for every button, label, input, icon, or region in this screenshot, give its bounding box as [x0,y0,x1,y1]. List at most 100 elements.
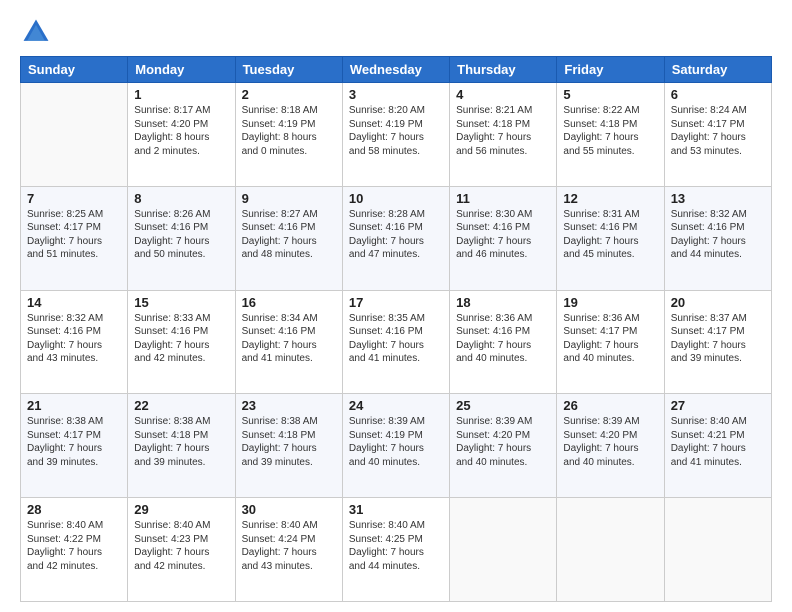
day-info: Sunrise: 8:40 AM Sunset: 4:24 PM Dayligh… [242,519,336,573]
weekday-header-thursday: Thursday [450,57,557,83]
calendar-week-row: 7Sunrise: 8:25 AM Sunset: 4:17 PM Daylig… [21,186,772,290]
calendar-cell: 27 Sunrise: 8:40 AM Sunset: 4:21 PM Dayli… [664,394,771,498]
calendar-cell: 11Sunrise: 8:30 AM Sunset: 4:16 PM Dayli… [450,186,557,290]
calendar-cell: 29 Sunrise: 8:40 AM Sunset: 4:23 PM Dayli… [128,498,235,602]
calendar-week-row: 21 Sunrise: 8:38 AM Sunset: 4:17 PM Dayli… [21,394,772,498]
day-info: Sunrise: 8:18 AM Sunset: 4:19 PM Dayligh… [242,104,336,158]
day-info: Sunrise: 8:25 AM Sunset: 4:17 PM Dayligh… [27,208,121,262]
day-number: 1 [134,87,228,102]
calendar-cell: 6 Sunrise: 8:24 AM Sunset: 4:17 PM Daylig… [664,83,771,187]
day-number: 12 [563,191,657,206]
weekday-header-monday: Monday [128,57,235,83]
logo-icon [20,16,52,48]
day-info: Sunrise: 8:40 AM Sunset: 4:23 PM Dayligh… [134,519,228,573]
calendar-table: SundayMondayTuesdayWednesdayThursdayFrid… [20,56,772,602]
calendar-week-row: 14 Sunrise: 8:32 AM Sunset: 4:16 PM Dayli… [21,290,772,394]
calendar-cell [557,498,664,602]
day-number: 6 [671,87,765,102]
day-number: 13 [671,191,765,206]
day-number: 4 [456,87,550,102]
day-number: 5 [563,87,657,102]
day-info: Sunrise: 8:24 AM Sunset: 4:17 PM Dayligh… [671,104,765,158]
day-info: Sunrise: 8:21 AM Sunset: 4:18 PM Dayligh… [456,104,550,158]
day-number: 27 [671,398,765,413]
calendar-cell: 14 Sunrise: 8:32 AM Sunset: 4:16 PM Dayli… [21,290,128,394]
day-info: Sunrise: 8:37 AM Sunset: 4:17 PM Dayligh… [671,312,765,366]
calendar-cell: 4 Sunrise: 8:21 AM Sunset: 4:18 PM Daylig… [450,83,557,187]
calendar-cell: 10 Sunrise: 8:28 AM Sunset: 4:16 PM Dayli… [342,186,449,290]
header [20,16,772,48]
page: SundayMondayTuesdayWednesdayThursdayFrid… [0,0,792,612]
day-number: 24 [349,398,443,413]
day-info: Sunrise: 8:28 AM Sunset: 4:16 PM Dayligh… [349,208,443,262]
day-number: 2 [242,87,336,102]
day-info: Sunrise: 8:40 AM Sunset: 4:22 PM Dayligh… [27,519,121,573]
calendar-cell: 18Sunrise: 8:36 AM Sunset: 4:16 PM Dayli… [450,290,557,394]
day-number: 31 [349,502,443,517]
calendar-cell: 3 Sunrise: 8:20 AM Sunset: 4:19 PM Daylig… [342,83,449,187]
day-info: Sunrise: 8:40 AM Sunset: 4:21 PM Dayligh… [671,415,765,469]
day-info: Sunrise: 8:38 AM Sunset: 4:17 PM Dayligh… [27,415,121,469]
calendar-cell: 30 Sunrise: 8:40 AM Sunset: 4:24 PM Dayli… [235,498,342,602]
day-number: 9 [242,191,336,206]
day-number: 15 [134,295,228,310]
calendar-cell [21,83,128,187]
day-info: Sunrise: 8:38 AM Sunset: 4:18 PM Dayligh… [242,415,336,469]
day-info: Sunrise: 8:27 AM Sunset: 4:16 PM Dayligh… [242,208,336,262]
day-info: Sunrise: 8:40 AM Sunset: 4:25 PM Dayligh… [349,519,443,573]
weekday-header-wednesday: Wednesday [342,57,449,83]
day-info: Sunrise: 8:31 AM Sunset: 4:16 PM Dayligh… [563,208,657,262]
day-info: Sunrise: 8:32 AM Sunset: 4:16 PM Dayligh… [671,208,765,262]
day-info: Sunrise: 8:20 AM Sunset: 4:19 PM Dayligh… [349,104,443,158]
calendar-cell: 9 Sunrise: 8:27 AM Sunset: 4:16 PM Daylig… [235,186,342,290]
day-info: Sunrise: 8:36 AM Sunset: 4:17 PM Dayligh… [563,312,657,366]
calendar-cell [450,498,557,602]
calendar-cell: 16 Sunrise: 8:34 AM Sunset: 4:16 PM Dayli… [235,290,342,394]
day-number: 29 [134,502,228,517]
calendar-cell: 12 Sunrise: 8:31 AM Sunset: 4:16 PM Dayli… [557,186,664,290]
calendar-cell: 8 Sunrise: 8:26 AM Sunset: 4:16 PM Daylig… [128,186,235,290]
day-info: Sunrise: 8:38 AM Sunset: 4:18 PM Dayligh… [134,415,228,469]
calendar-cell: 2 Sunrise: 8:18 AM Sunset: 4:19 PM Daylig… [235,83,342,187]
calendar-cell [664,498,771,602]
logo [20,16,56,48]
day-number: 21 [27,398,121,413]
day-number: 17 [349,295,443,310]
day-info: Sunrise: 8:39 AM Sunset: 4:20 PM Dayligh… [456,415,550,469]
weekday-header-saturday: Saturday [664,57,771,83]
day-number: 22 [134,398,228,413]
weekday-header-friday: Friday [557,57,664,83]
day-info: Sunrise: 8:32 AM Sunset: 4:16 PM Dayligh… [27,312,121,366]
calendar-cell: 1Sunrise: 8:17 AM Sunset: 4:20 PM Daylig… [128,83,235,187]
calendar-cell: 13 Sunrise: 8:32 AM Sunset: 4:16 PM Dayli… [664,186,771,290]
weekday-header-tuesday: Tuesday [235,57,342,83]
calendar-cell: 21 Sunrise: 8:38 AM Sunset: 4:17 PM Dayli… [21,394,128,498]
day-number: 16 [242,295,336,310]
calendar-header-row: SundayMondayTuesdayWednesdayThursdayFrid… [21,57,772,83]
calendar-cell: 28 Sunrise: 8:40 AM Sunset: 4:22 PM Dayli… [21,498,128,602]
calendar-week-row: 1Sunrise: 8:17 AM Sunset: 4:20 PM Daylig… [21,83,772,187]
day-number: 28 [27,502,121,517]
day-number: 8 [134,191,228,206]
day-info: Sunrise: 8:26 AM Sunset: 4:16 PM Dayligh… [134,208,228,262]
day-number: 19 [563,295,657,310]
day-info: Sunrise: 8:39 AM Sunset: 4:19 PM Dayligh… [349,415,443,469]
day-info: Sunrise: 8:34 AM Sunset: 4:16 PM Dayligh… [242,312,336,366]
day-number: 14 [27,295,121,310]
day-number: 25 [456,398,550,413]
day-info: Sunrise: 8:30 AM Sunset: 4:16 PM Dayligh… [456,208,550,262]
calendar-cell: 19 Sunrise: 8:36 AM Sunset: 4:17 PM Dayli… [557,290,664,394]
day-number: 3 [349,87,443,102]
calendar-week-row: 28 Sunrise: 8:40 AM Sunset: 4:22 PM Dayli… [21,498,772,602]
day-number: 26 [563,398,657,413]
calendar-cell: 31 Sunrise: 8:40 AM Sunset: 4:25 PM Dayli… [342,498,449,602]
calendar-cell: 15Sunrise: 8:33 AM Sunset: 4:16 PM Dayli… [128,290,235,394]
day-number: 18 [456,295,550,310]
calendar-cell: 23Sunrise: 8:38 AM Sunset: 4:18 PM Dayli… [235,394,342,498]
day-info: Sunrise: 8:39 AM Sunset: 4:20 PM Dayligh… [563,415,657,469]
day-info: Sunrise: 8:22 AM Sunset: 4:18 PM Dayligh… [563,104,657,158]
calendar-cell: 22 Sunrise: 8:38 AM Sunset: 4:18 PM Dayli… [128,394,235,498]
day-number: 20 [671,295,765,310]
day-number: 30 [242,502,336,517]
day-number: 10 [349,191,443,206]
